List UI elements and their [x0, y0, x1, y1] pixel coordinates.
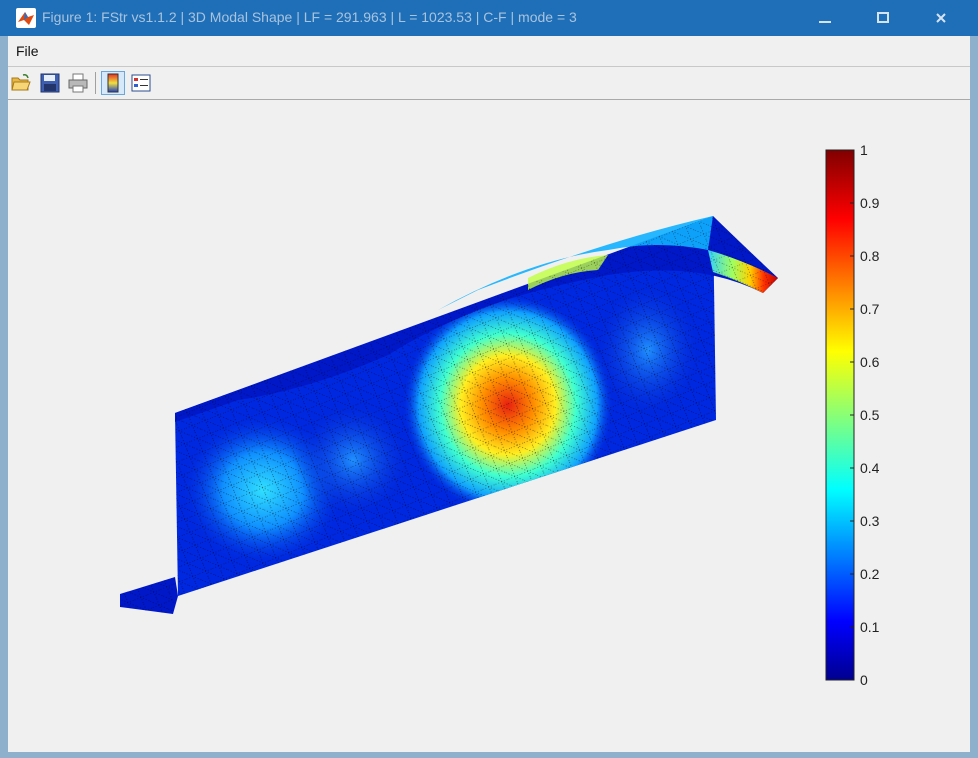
minimize-button[interactable] — [796, 0, 854, 36]
colorbar-tick-label: 0.5 — [860, 407, 880, 423]
colorbar-tick-label: 1 — [860, 142, 868, 158]
maximize-icon — [877, 12, 889, 23]
colorbar-tick-label: 0.1 — [860, 619, 880, 635]
matlab-logo-icon — [16, 8, 36, 28]
colorbar-tick-label: 0.8 — [860, 248, 880, 264]
colorbar-tick-label: 0.2 — [860, 566, 880, 582]
window-border-bottom — [0, 752, 978, 758]
save-button[interactable] — [38, 71, 62, 95]
window-border-right — [970, 36, 978, 758]
colorbar-tick-label: 0.4 — [860, 460, 880, 476]
print-button[interactable] — [66, 71, 90, 95]
colorbar-gradient — [825, 149, 855, 681]
colorbar-toggle-button[interactable] — [101, 71, 125, 95]
legend-toggle-button[interactable] — [129, 71, 153, 95]
title-bar[interactable]: Figure 1: FStr vs1.1.2 | 3D Modal Shape … — [0, 0, 978, 36]
folder-open-icon — [11, 74, 31, 91]
plot-area[interactable]: 0 0.1 0.2 0.3 0.4 0.5 0.6 0.7 0.8 0.9 1 — [8, 100, 970, 752]
menu-bar: File — [0, 36, 978, 67]
colorbar-tick-label: 0 — [860, 672, 868, 688]
close-button[interactable] — [912, 0, 970, 36]
modal-shape-plot[interactable]: 0 0.1 0.2 0.3 0.4 0.5 0.6 0.7 0.8 0.9 1 — [8, 100, 970, 752]
floppy-disk-icon — [40, 73, 60, 93]
colorbar[interactable] — [825, 149, 855, 681]
colorbar-tick-label: 0.3 — [860, 513, 880, 529]
minimize-icon — [819, 21, 831, 23]
legend-icon — [131, 74, 151, 92]
menu-file[interactable]: File — [16, 43, 39, 59]
open-file-button[interactable] — [9, 71, 33, 95]
colorbar-tick-label: 0.7 — [860, 301, 880, 317]
close-icon — [936, 13, 946, 23]
figure-toolbar — [0, 67, 978, 100]
colorbar-icon — [107, 73, 119, 93]
window-border-left — [0, 36, 8, 758]
colorbar-tick-label: 0.9 — [860, 195, 880, 211]
colorbar-tick-label: 0.6 — [860, 354, 880, 370]
toolbar-separator — [95, 72, 96, 94]
window-title: Figure 1: FStr vs1.1.2 | 3D Modal Shape … — [42, 9, 577, 25]
maximize-button[interactable] — [854, 0, 912, 36]
printer-icon — [68, 73, 88, 93]
figure-window: Figure 1: FStr vs1.1.2 | 3D Modal Shape … — [0, 0, 978, 758]
